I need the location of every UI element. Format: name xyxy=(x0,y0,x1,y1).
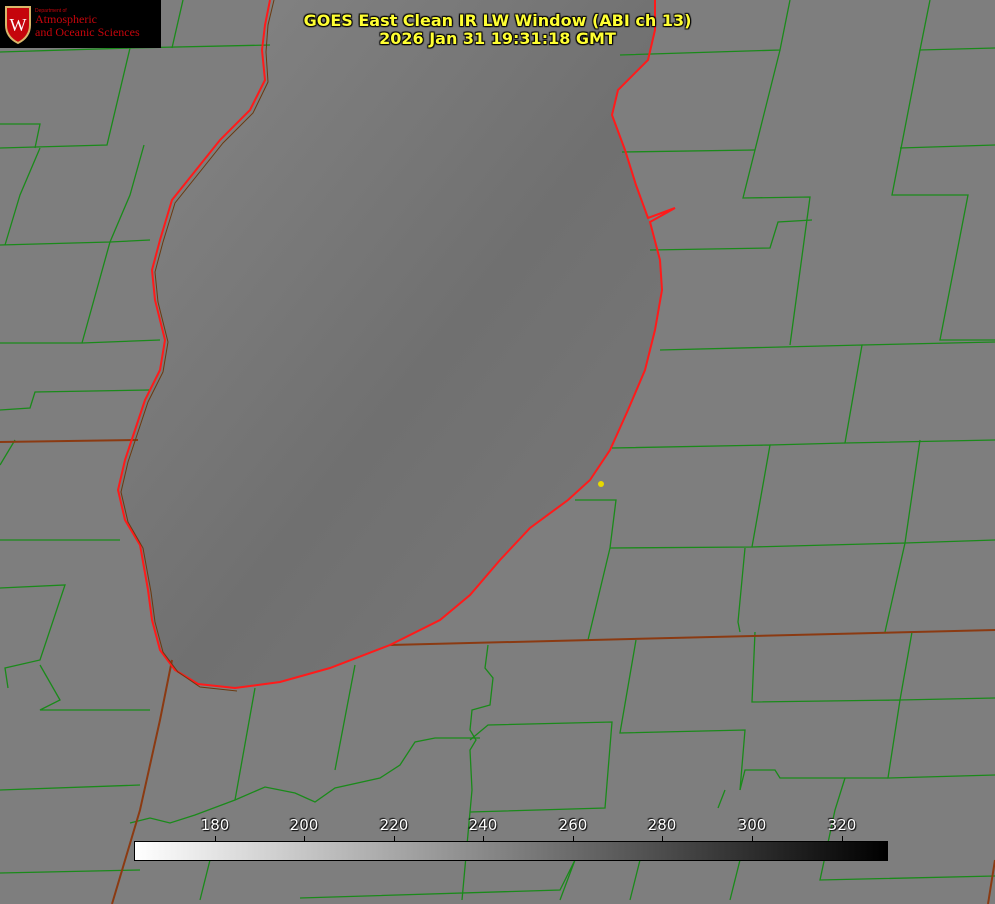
image-title: GOES East Clean IR LW Window (ABI ch 13) xyxy=(303,11,692,30)
colorbar-tick-mark xyxy=(573,836,574,841)
colorbar-tick-mark xyxy=(215,836,216,841)
colorbar-tick-mark xyxy=(304,836,305,841)
station-marker xyxy=(598,481,604,487)
satellite-map xyxy=(0,0,995,904)
colorbar-tick-label: 180 xyxy=(200,816,230,834)
colorbar-tick-label: 280 xyxy=(647,816,677,834)
colorbar-tick-label: 240 xyxy=(468,816,498,834)
colorbar-tick-mark xyxy=(394,836,395,841)
colorbar-tick-label: 220 xyxy=(379,816,409,834)
colorbar-tick-label: 300 xyxy=(737,816,767,834)
temperature-colorbar xyxy=(134,841,888,861)
image-timestamp: 2026 Jan 31 19:31:18 GMT xyxy=(379,29,616,48)
colorbar-tick-mark xyxy=(483,836,484,841)
colorbar-tick-label: 200 xyxy=(289,816,319,834)
colorbar-tick-mark xyxy=(842,836,843,841)
colorbar-tick-label: 260 xyxy=(558,816,588,834)
colorbar-tick-mark xyxy=(662,836,663,841)
colorbar-tick-mark xyxy=(752,836,753,841)
colorbar-tick-label: 320 xyxy=(827,816,857,834)
